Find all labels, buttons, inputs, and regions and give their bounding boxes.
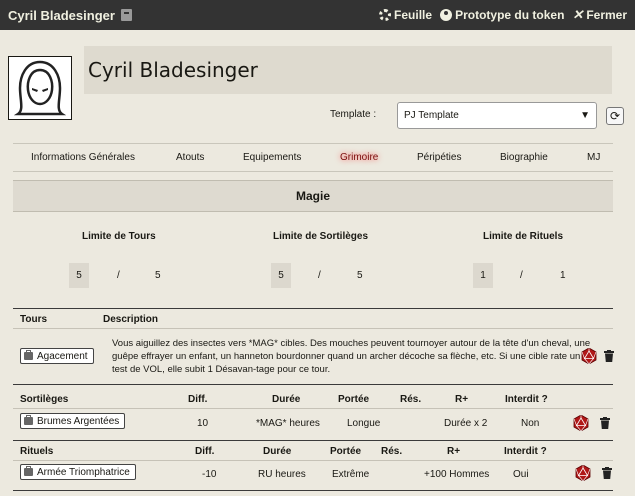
sheet-body: Cyril Bladesinger Template : PJ Template… xyxy=(0,30,635,496)
rituel-item-armee-triomphatrice[interactable]: Armée Triomphatrice xyxy=(20,464,136,480)
duree-header: Durée xyxy=(272,394,301,405)
divider xyxy=(13,308,613,309)
d20-roll-icon[interactable] xyxy=(581,348,597,364)
tab-equipements[interactable]: Equipements xyxy=(243,152,301,163)
bag-icon xyxy=(24,466,33,476)
tab-grimoire[interactable]: Grimoire xyxy=(340,152,378,163)
tab-informations-generales[interactable]: Informations Générales xyxy=(31,152,135,163)
tours-description-header: Description xyxy=(103,314,159,325)
character-name-field[interactable]: Cyril Bladesinger xyxy=(84,46,612,94)
rplus-header: R+ xyxy=(455,394,469,405)
diff-header: Diff. xyxy=(188,394,208,405)
gear-icon xyxy=(379,9,392,21)
rituel-diff: -10 xyxy=(202,469,217,480)
rituel-interdit: Oui xyxy=(513,469,529,480)
interdit-header: Interdit ? xyxy=(504,446,547,457)
divider xyxy=(13,460,613,461)
template-value: PJ Template xyxy=(404,110,459,121)
limit-sortileges-label: Limite de Sortilèges xyxy=(273,231,369,242)
trash-icon[interactable] xyxy=(600,417,610,429)
divider xyxy=(13,490,613,491)
limit-sortileges-max: 5 xyxy=(357,270,363,281)
sortileges-header: Sortilèges xyxy=(20,394,69,405)
template-select[interactable]: PJ Template ▼ xyxy=(397,102,597,129)
character-sheet-window: Cyril Bladesinger Feuille Prototype du t… xyxy=(0,0,635,496)
hooded-figure-icon xyxy=(14,60,66,116)
sortilege-diff: 10 xyxy=(197,418,209,429)
divider xyxy=(13,408,613,409)
tab-peripeties[interactable]: Péripéties xyxy=(417,152,461,163)
limit-separator: / xyxy=(520,270,523,281)
limit-rituels-current[interactable]: 1 xyxy=(473,263,493,288)
sortilege-portee: Longue xyxy=(347,418,381,429)
divider xyxy=(13,440,613,441)
d20-roll-icon[interactable] xyxy=(573,415,589,431)
journal-icon[interactable] xyxy=(120,9,132,21)
tour-item-agacement[interactable]: Agacement xyxy=(20,348,94,364)
limit-rituels-label: Limite de Rituels xyxy=(483,231,564,242)
window-title: Cyril Bladesinger xyxy=(8,7,115,23)
limit-separator: / xyxy=(318,270,321,281)
limit-tours-max: 5 xyxy=(155,270,161,281)
rituels-header: Rituels xyxy=(20,446,54,457)
limit-tours-label: Limite de Tours xyxy=(82,231,156,242)
close-icon: ✕ xyxy=(572,7,584,22)
divider xyxy=(13,328,613,329)
user-circle-icon xyxy=(440,9,453,21)
rituel-duree: RU heures xyxy=(258,469,306,480)
avatar[interactable] xyxy=(8,56,72,120)
template-label: Template : xyxy=(330,109,377,120)
trash-icon[interactable] xyxy=(604,350,614,362)
tab-biographie[interactable]: Biographie xyxy=(500,152,548,163)
divider xyxy=(13,384,613,385)
limit-rituels-max: 1 xyxy=(560,270,566,281)
d20-roll-icon[interactable] xyxy=(575,465,591,481)
diff-header: Diff. xyxy=(195,446,215,457)
limit-tours-current[interactable]: 5 xyxy=(69,263,89,288)
rituel-rplus: +100 Hommes xyxy=(424,469,490,480)
portee-header: Portée xyxy=(338,394,370,405)
sortilege-item-brumes-argentees[interactable]: Brumes Argentées xyxy=(20,413,126,429)
res-header: Rés. xyxy=(381,446,403,457)
bag-icon xyxy=(24,350,33,360)
sheet-button[interactable]: Feuille xyxy=(379,8,432,22)
limit-sortileges-current[interactable]: 5 xyxy=(271,263,291,288)
chevron-down-icon: ▼ xyxy=(580,110,590,121)
tour-description: Vous aiguillez des insectes vers *MAG* c… xyxy=(112,338,591,375)
magie-header: Magie xyxy=(13,180,613,212)
sheet-tabs: Informations Générales Atouts Equipement… xyxy=(13,143,613,172)
tours-header: Tours xyxy=(20,314,48,325)
bag-icon xyxy=(24,415,33,425)
tab-atouts[interactable]: Atouts xyxy=(176,152,204,163)
sortilege-interdit: Non xyxy=(521,418,540,429)
sortilege-duree: *MAG* heures xyxy=(256,418,320,429)
refresh-button[interactable]: ⟳ xyxy=(606,107,624,125)
rplus-header: R+ xyxy=(447,446,461,457)
portee-header: Portée xyxy=(330,446,362,457)
sortilege-rplus: Durée x 2 xyxy=(444,418,488,429)
close-button[interactable]: ✕ Fermer xyxy=(572,7,627,23)
interdit-header: Interdit ? xyxy=(505,394,548,405)
refresh-icon: ⟳ xyxy=(609,109,621,123)
rituel-portee: Extrême xyxy=(332,469,370,480)
duree-header: Durée xyxy=(263,446,292,457)
limit-separator: / xyxy=(117,270,120,281)
trash-icon[interactable] xyxy=(602,467,612,479)
tab-mj[interactable]: MJ xyxy=(587,152,600,163)
res-header: Rés. xyxy=(400,394,422,405)
token-prototype-button[interactable]: Prototype du token xyxy=(440,8,564,22)
window-titlebar[interactable]: Cyril Bladesinger Feuille Prototype du t… xyxy=(0,0,635,30)
